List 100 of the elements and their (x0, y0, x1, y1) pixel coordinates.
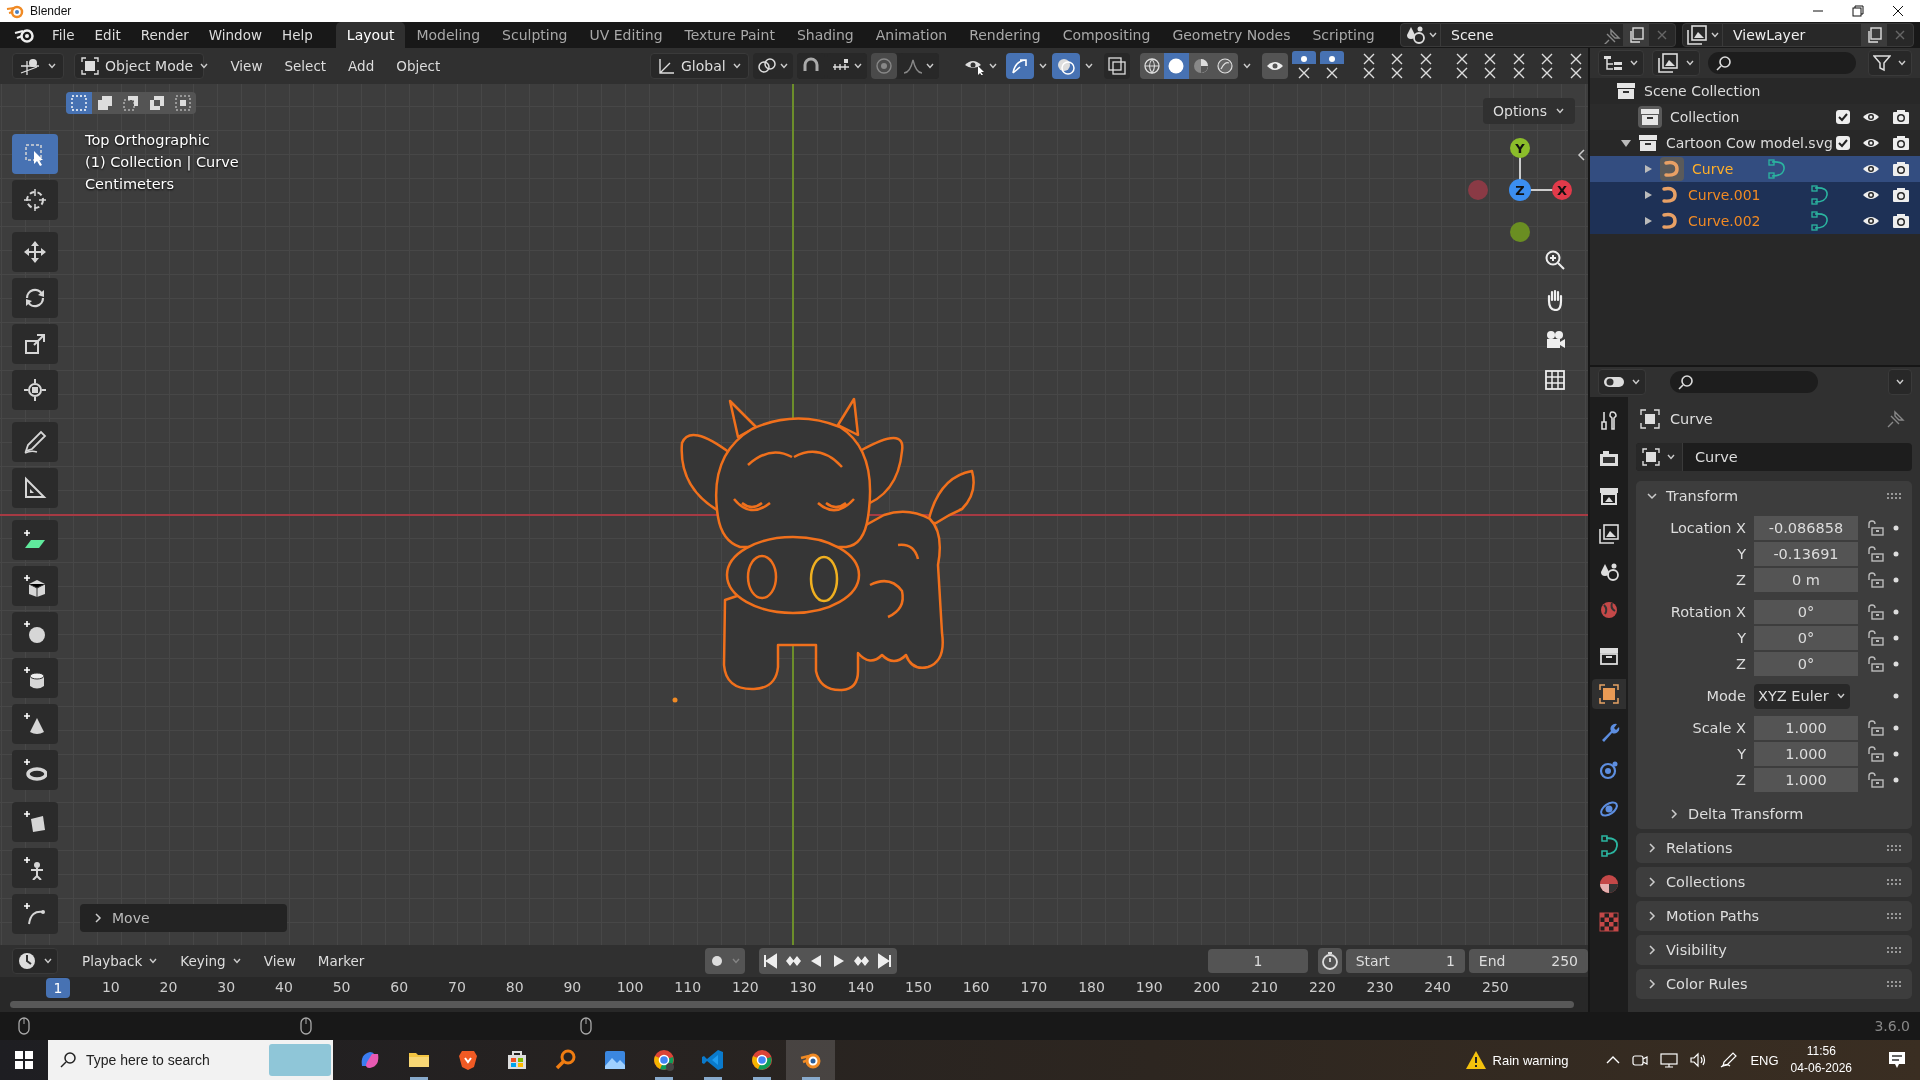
frame-number: 150 (904, 979, 933, 995)
collapsed-panel-header[interactable]: Collections (1636, 867, 1912, 897)
options-dropdown[interactable]: Options (1482, 98, 1575, 124)
field-label: Scale X (1691, 720, 1746, 736)
number-field[interactable]: 0° (1754, 599, 1858, 625)
frame-number: 190 (1134, 979, 1164, 995)
menu-item[interactable]: Marker (308, 948, 374, 974)
menu-item[interactable]: View (254, 948, 305, 974)
menu-item[interactable]: Object (387, 53, 450, 79)
weather-text[interactable]: Rain warning (1492, 1052, 1569, 1068)
frame-number: 80 (504, 979, 525, 995)
menu-item[interactable]: Playback (73, 948, 168, 974)
end-frame-field[interactable]: End 250 (1468, 949, 1588, 973)
panel-header[interactable]: Transform (1646, 481, 1902, 511)
workspace-tab[interactable]: Animation (864, 22, 959, 48)
number-field[interactable]: 0° (1754, 625, 1858, 651)
field-label: End (1478, 953, 1506, 969)
collapsed-panel-header[interactable]: Relations (1636, 833, 1912, 863)
start-frame-field[interactable]: Start 1 (1345, 949, 1465, 973)
outliner-row[interactable]: Curve.002 (1590, 208, 1920, 234)
field-label: Z (1735, 656, 1746, 672)
playhead-frame[interactable]: 1 (46, 978, 70, 998)
workspace-tab[interactable]: Shading (785, 22, 865, 48)
workspace-tab[interactable]: Rendering (958, 22, 1052, 48)
orientation-dropdown[interactable]: Global (649, 53, 749, 79)
language-indicator[interactable]: ENG (1750, 1052, 1779, 1068)
workspace-tab[interactable]: Sculpting (491, 22, 579, 48)
clock-time[interactable]: 11:56 (1806, 1043, 1836, 1060)
object-data-field[interactable]: Curve (1636, 443, 1912, 471)
object-name-label: Curve (1670, 411, 1713, 427)
frame-number: 160 (961, 979, 991, 995)
collapsed-panel-header[interactable]: Visibility (1636, 935, 1912, 965)
frame-number: 110 (673, 979, 703, 995)
outliner-row[interactable]: Curve (1590, 156, 1920, 182)
subpanel-header[interactable]: Delta Transform (1646, 799, 1804, 829)
last-operator-panel[interactable]: Move (80, 904, 287, 932)
viewport-info-text: Centimeters (85, 176, 176, 192)
viewport-info-text: Top Orthographic (85, 132, 211, 148)
frame-number: 140 (846, 979, 876, 995)
number-field[interactable]: 0° (1754, 651, 1858, 677)
number-field[interactable]: 1.000 (1754, 767, 1858, 793)
menu-item[interactable]: Keying (171, 948, 251, 974)
number-field[interactable]: 1.000 (1754, 741, 1858, 767)
outliner-row[interactable]: Scene Collection (1590, 78, 1920, 104)
outliner-row[interactable]: Curve.001 (1590, 182, 1920, 208)
version-label: 3.6.0 (1874, 1018, 1911, 1034)
frame-number: 90 (562, 979, 583, 995)
frame-number: 230 (1365, 979, 1395, 995)
number-field[interactable]: 1.000 (1754, 715, 1858, 741)
collapsed-panel-header[interactable]: Motion Paths (1636, 901, 1912, 931)
number-field[interactable]: -0.13691 (1754, 541, 1858, 567)
outliner-row[interactable]: Cartoon Cow model.svg (1590, 130, 1920, 156)
menu-item[interactable]: Edit (84, 24, 131, 46)
field-label: Y (1736, 746, 1746, 762)
view-layer-selector[interactable]: ViewLayer (1682, 23, 1914, 47)
frame-number: 30 (216, 979, 237, 995)
scene-selector[interactable]: Scene (1400, 23, 1676, 47)
navigation-gizmo[interactable]: Y Z X (1468, 138, 1572, 242)
workspace-tab[interactable]: Layout (335, 22, 406, 48)
outliner-item-label: Curve.001 (1688, 187, 1761, 203)
frame-number: 130 (788, 979, 818, 995)
menu-item[interactable]: Select (275, 53, 336, 79)
current-frame-field[interactable]: 1 (1208, 949, 1308, 973)
clock-date[interactable]: 04-06-2026 (1790, 1060, 1852, 1077)
field-label: Y (1736, 630, 1746, 646)
frame-number: 220 (1307, 979, 1337, 995)
field-label: Start (1355, 953, 1390, 969)
frame-number: 50 (331, 979, 352, 995)
menu-item[interactable]: File (41, 24, 85, 46)
field-label: Y (1736, 546, 1746, 562)
menu-item[interactable]: Render (130, 24, 199, 46)
workspace-tab[interactable]: Scripting (1301, 22, 1386, 48)
field-label: Z (1735, 572, 1746, 588)
workspace-tab[interactable]: UV Editing (578, 22, 674, 48)
workspace-tab[interactable]: Compositing (1051, 22, 1162, 48)
frame-number: 210 (1250, 979, 1279, 995)
number-field[interactable]: -0.086858 (1754, 515, 1858, 541)
window-title: Blender (30, 4, 72, 18)
menu-item[interactable]: Window (198, 24, 272, 46)
scene-name-field[interactable]: Scene (1441, 27, 1601, 43)
mode-dropdown[interactable]: XYZ Euler (1754, 683, 1850, 709)
workspace-tab[interactable]: Texture Paint (673, 22, 786, 48)
view-layer-name-field[interactable]: ViewLayer (1723, 27, 1861, 43)
viewport-grid[interactable]: Top Orthographic (1) Collection | Curve Centimeters Options Y Z X Move (0, 84, 1588, 945)
frame-number: 100 (615, 979, 645, 995)
field-label: Z (1735, 772, 1746, 788)
menu-item[interactable]: View (221, 53, 272, 79)
collapsed-panel-header[interactable]: Color Rules (1636, 969, 1912, 999)
frame-number: 10 (100, 979, 121, 995)
object-data-name: Curve (1695, 449, 1738, 465)
menu-item[interactable]: Help (272, 24, 323, 46)
workspace-tab[interactable]: Geometry Nodes (1161, 22, 1302, 48)
frame-number: 60 (389, 979, 410, 995)
outliner-item-label: Collection (1670, 109, 1740, 125)
menu-item[interactable]: Add (339, 53, 384, 79)
number-field[interactable]: 0 m (1754, 567, 1858, 593)
workspace-tab[interactable]: Modeling (405, 22, 492, 48)
field-label: Mode (1705, 688, 1746, 704)
frame-number: 180 (1077, 979, 1106, 995)
outliner-item-label: Curve.002 (1688, 213, 1761, 229)
